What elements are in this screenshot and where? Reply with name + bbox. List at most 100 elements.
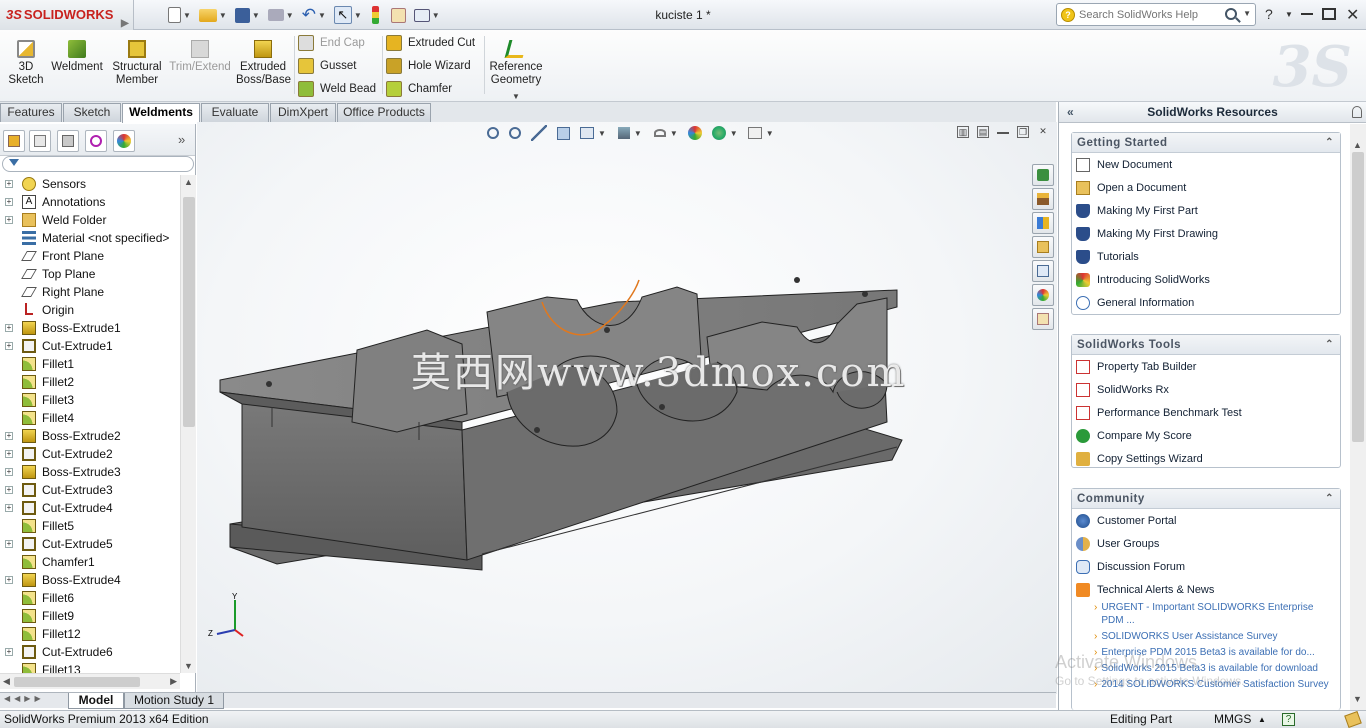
expand-icon[interactable]: + [5,486,13,494]
getting-started-link[interactable]: Making My First Part [1072,199,1340,222]
new-dropdown-icon[interactable]: ▼ [183,11,191,20]
tools-link[interactable]: Compare My Score [1072,424,1340,447]
select-dropdown-icon[interactable]: ▼ [354,11,362,20]
community-link[interactable]: Customer Portal [1072,509,1340,532]
tree-node[interactable]: + Cut-Extrude4 [0,499,180,517]
getting-started-link[interactable]: Making My First Drawing [1072,222,1340,245]
community-link[interactable]: Discussion Forum [1072,555,1340,578]
tab-office-products[interactable]: Office Products [337,103,431,122]
status-help-icon[interactable]: ? [1282,713,1295,726]
getting-started-link[interactable]: Introducing SolidWorks [1072,268,1340,291]
tab-model[interactable]: Model [68,693,124,709]
trim-extend-button[interactable]: Trim/Extend [168,38,232,74]
scroll-thumb[interactable] [1352,152,1364,442]
tree-node[interactable]: Fillet5 [0,517,180,535]
view-palette-tab[interactable] [1032,260,1054,282]
community-link[interactable]: User Groups [1072,532,1340,555]
scroll-up-icon[interactable]: ▲ [184,177,193,187]
expand-icon[interactable]: + [5,648,13,656]
end-cap-button[interactable]: End Cap [298,33,365,53]
tools-link[interactable]: Copy Settings Wizard [1072,447,1340,470]
unit-system-selector[interactable]: MMGS [1214,711,1251,728]
tree-node[interactable]: + Cut-Extrude3 [0,481,180,499]
collapse-section-icon[interactable]: ⌃ [1325,489,1334,509]
tab-evaluate[interactable]: Evaluate [201,103,269,122]
scroll-right-icon[interactable]: ▶ [170,676,177,687]
tree-node[interactable]: Top Plane [0,265,180,283]
graphics-area[interactable]: ▼ ▼ ▼ ▼ ▼ ▥ ▤ ❐ ✕ 莫西网www.3dmox.com Y Z [197,122,1057,694]
tools-link[interactable]: SolidWorks Rx [1072,378,1340,401]
appearances-tab[interactable] [1032,284,1054,306]
expand-icon[interactable]: + [5,468,13,476]
expand-icon[interactable]: + [5,540,13,548]
resources-scrollbar[interactable]: ▲ ▼ [1350,124,1366,710]
extruded-cut-button[interactable]: Extruded Cut [386,33,475,53]
search-input[interactable] [1079,8,1219,21]
custom-properties-tab[interactable] [1032,308,1054,330]
tree-node[interactable]: Origin [0,301,180,319]
expand-icon[interactable]: + [5,450,13,458]
collapse-panel-icon[interactable]: « [1067,102,1074,123]
tree-node[interactable]: Fillet13 [0,661,180,673]
tag-icon[interactable] [1344,710,1362,728]
solidworks-menu-button[interactable]: 3S SOLIDWORKS ▶ [0,0,134,30]
select-arrow-icon[interactable]: ↖ [333,6,352,24]
tree-node[interactable]: Fillet2 [0,373,180,391]
design-library-tab[interactable] [1032,212,1054,234]
tree-node[interactable]: Front Plane [0,247,180,265]
expand-icon[interactable]: + [5,342,13,350]
scroll-down-icon[interactable]: ▼ [184,661,193,671]
expand-icon[interactable]: + [5,216,13,224]
expand-icon[interactable]: + [5,432,13,440]
expand-icon[interactable]: + [5,504,13,512]
tree-node[interactable]: + Cut-Extrude5 [0,535,180,553]
tree-node[interactable]: Fillet3 [0,391,180,409]
help-dropdown-icon[interactable]: ▼ [1285,10,1293,26]
tab-motion-study-1[interactable]: Motion Study 1 [124,693,224,709]
tree-node[interactable]: + Cut-Extrude1 [0,337,180,355]
tree-node[interactable]: Fillet6 [0,589,180,607]
tree-filter[interactable] [2,156,194,172]
scroll-up-icon[interactable]: ▲ [1353,140,1362,150]
new-document-icon[interactable] [168,7,181,23]
resources-tab[interactable] [1032,164,1054,186]
expand-icon[interactable]: + [5,180,13,188]
gusset-button[interactable]: Gusset [298,56,356,76]
reference-geometry-button[interactable]: Reference Geometry ▼ [488,38,544,103]
3d-sketch-button[interactable]: 3D Sketch [6,38,46,87]
getting-started-link[interactable]: New Document [1072,153,1340,176]
tools-link[interactable]: Performance Benchmark Test [1072,401,1340,424]
expand-icon[interactable]: + [5,198,13,206]
tree-vertical-scrollbar[interactable]: ▲ ▼ [180,175,196,673]
tab-weldments[interactable]: Weldments [122,103,200,123]
file-explorer-tab[interactable] [1032,236,1054,258]
community-link[interactable]: Technical Alerts & News [1072,578,1340,601]
solidworks-tools-header[interactable]: SolidWorks Tools ⌃ [1072,335,1340,355]
expand-panel-icon[interactable]: » [178,132,185,147]
units-dropdown-icon[interactable]: ▲ [1258,711,1266,728]
extruded-boss-button[interactable]: Extruded Boss/Base [236,38,291,87]
open-dropdown-icon[interactable]: ▼ [219,11,227,20]
search-icon[interactable] [1225,8,1237,20]
tree-node[interactable]: + Sensors [0,175,180,193]
tree-node[interactable]: + Boss-Extrude2 [0,427,180,445]
getting-started-link[interactable]: Tutorials [1072,245,1340,268]
tree-node[interactable]: + Boss-Extrude1 [0,319,180,337]
help-search-box[interactable]: ? ▼ [1056,3,1256,26]
tree-node[interactable]: Fillet12 [0,625,180,643]
tab-sketch[interactable]: Sketch [63,103,121,122]
save-icon[interactable] [234,7,250,23]
tree-node[interactable]: Fillet9 [0,607,180,625]
save-dropdown-icon[interactable]: ▼ [252,11,260,20]
part-model[interactable] [197,122,1057,694]
hole-wizard-button[interactable]: Hole Wizard [386,56,471,76]
tree-node[interactable]: + Cut-Extrude2 [0,445,180,463]
search-dropdown-icon[interactable]: ▼ [1243,9,1251,18]
feature-manager-tab-icon[interactable] [3,130,25,152]
expand-icon[interactable]: + [5,576,13,584]
scroll-down-icon[interactable]: ▼ [1353,694,1362,704]
tab-navigation-icon[interactable]: ◀◀▶▶ [4,694,45,703]
tree-node[interactable]: Material <not specified> [0,229,180,247]
options-icon[interactable] [413,8,430,22]
expand-icon[interactable]: + [5,324,13,332]
